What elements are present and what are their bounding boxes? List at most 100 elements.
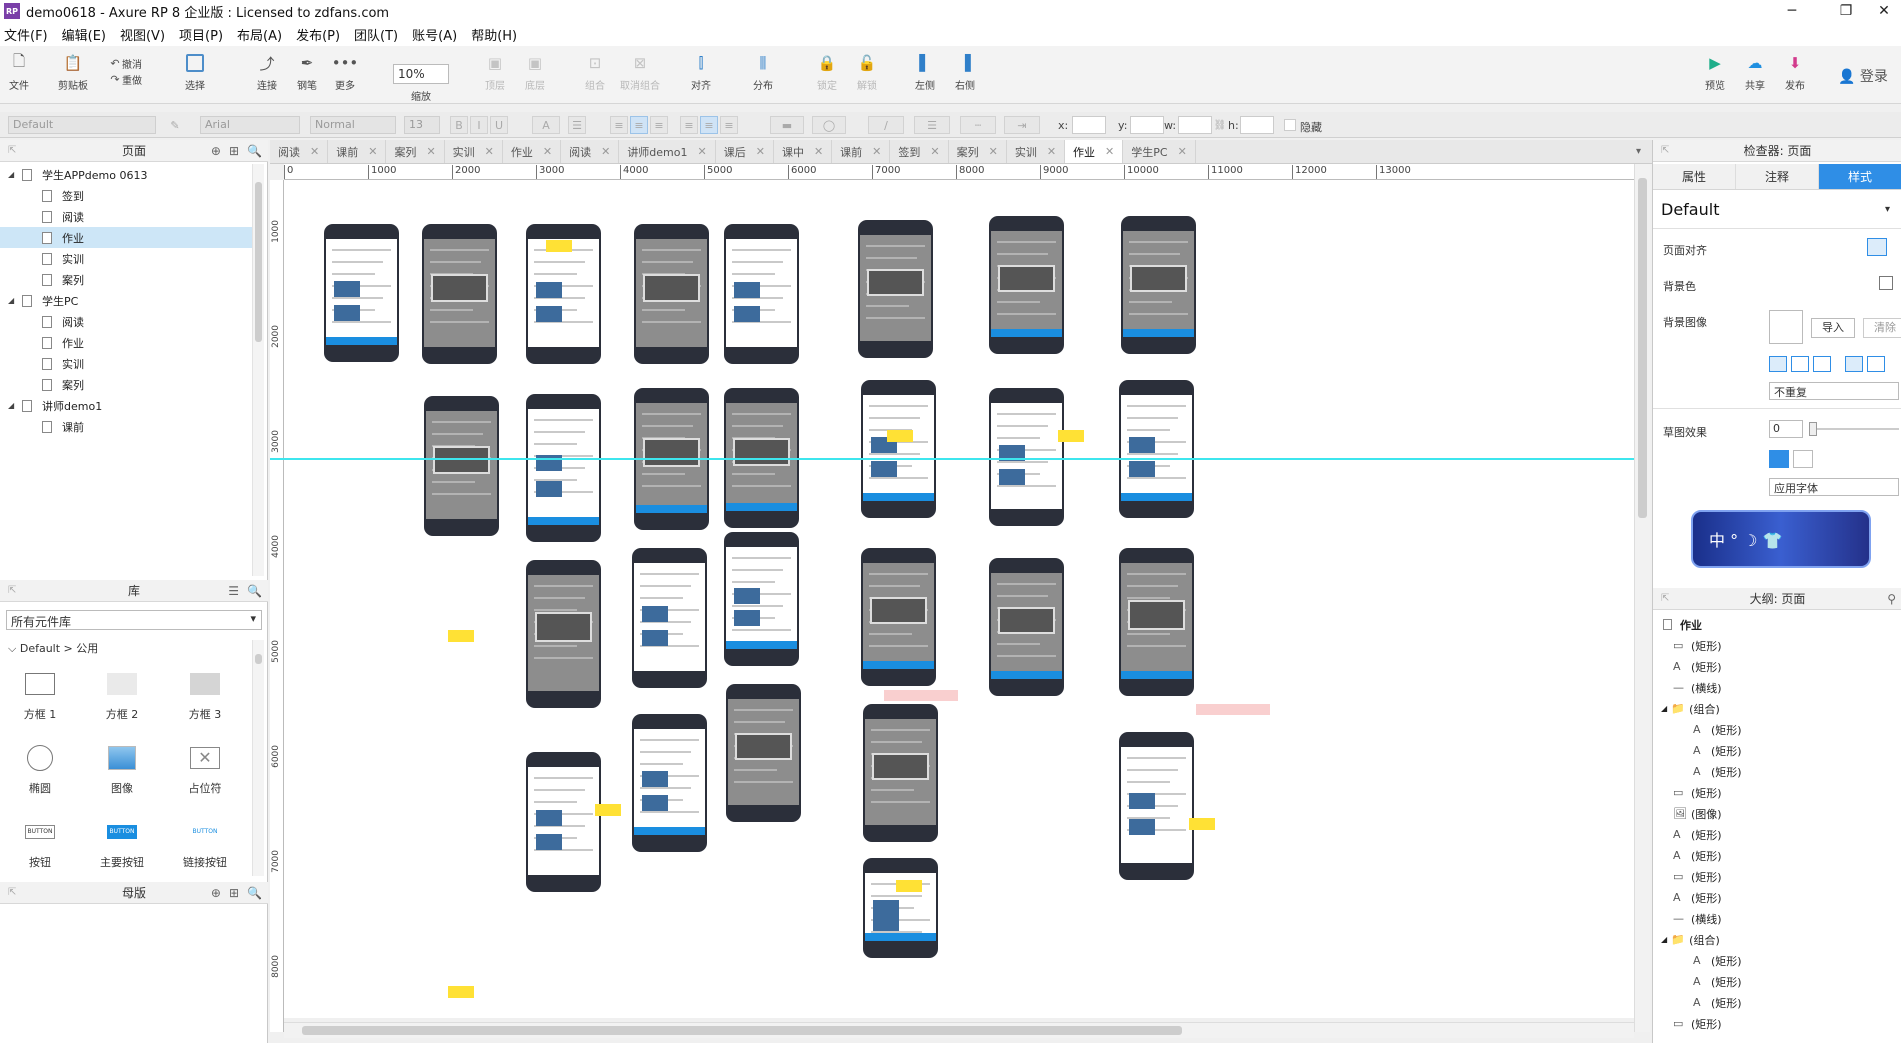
page-tree-folder[interactable]: ◢ 讲师demo1 <box>0 395 252 416</box>
y-input[interactable] <box>1130 116 1164 134</box>
add-folder-icon[interactable]: ⊞ <box>229 144 239 158</box>
outline-root[interactable]: 作业 <box>1653 614 1901 635</box>
phone-mockup[interactable] <box>422 224 497 364</box>
menu-help[interactable]: 帮助(H) <box>471 25 517 44</box>
outline-item[interactable]: A (矩形) <box>1653 971 1901 992</box>
outline-item[interactable]: ▭ (矩形) <box>1653 1013 1901 1034</box>
preview-button[interactable]: ▶ 预览 <box>1704 52 1726 92</box>
undo-button[interactable]: ↶ 撤消 <box>108 56 142 71</box>
canvas-horizontal-scrollbar[interactable] <box>284 1022 1634 1038</box>
search-icon[interactable]: 🔍 <box>247 584 262 598</box>
weight-select[interactable]: Normal <box>310 116 396 134</box>
align-left-button[interactable]: ≡ <box>610 116 628 134</box>
widget-box2[interactable]: 方框 2 <box>92 670 152 722</box>
close-tab-icon[interactable]: ✕ <box>872 145 881 158</box>
outline-item[interactable]: ▭ (矩形) <box>1653 866 1901 887</box>
page-tree-item[interactable]: 案列 <box>0 374 252 395</box>
library-scrollbar[interactable] <box>252 640 264 876</box>
menu-arrange[interactable]: 布局(A) <box>237 25 282 44</box>
close-tab-icon[interactable]: ✕ <box>756 145 765 158</box>
phone-mockup[interactable] <box>632 548 707 688</box>
error-tip-bar[interactable] <box>1196 704 1270 715</box>
add-master-icon[interactable]: ⊕ <box>211 886 221 900</box>
underline-button[interactable]: U <box>490 116 508 134</box>
widget-image[interactable]: 图像 <box>92 744 152 796</box>
widget-button[interactable]: BUTTON 按钮 <box>10 818 70 870</box>
widget-ellipse[interactable]: 椭圆 <box>10 744 70 796</box>
phone-mockup[interactable] <box>632 714 707 852</box>
sticky-note[interactable] <box>595 804 621 816</box>
phone-mockup[interactable] <box>724 532 799 666</box>
redo-button[interactable]: ↷ 重做 <box>108 72 142 87</box>
align-left-page-icon[interactable] <box>1867 238 1887 256</box>
italic-button[interactable]: I <box>470 116 488 134</box>
search-icon[interactable]: 🔍 <box>247 886 262 900</box>
phone-mockup[interactable] <box>1121 216 1196 354</box>
expand-icon[interactable]: ◢ <box>8 170 18 179</box>
widget-primary-button[interactable]: BUTTON 主要按钮 <box>92 818 152 870</box>
outline-item[interactable]: A (矩形) <box>1653 824 1901 845</box>
tab-page[interactable]: 课后 ✕ <box>716 140 774 163</box>
expand-icon[interactable]: ◢ <box>1661 935 1667 944</box>
page-tree-item[interactable]: 签到 <box>0 185 252 206</box>
connect-button[interactable]: ⤴ 连接 <box>256 52 278 93</box>
tab-page[interactable]: 课前 ✕ <box>328 140 387 163</box>
tabs-dropdown-icon[interactable]: ▾ <box>1636 146 1641 157</box>
outline-item[interactable]: ▭ (矩形) <box>1653 635 1901 656</box>
widget-box1[interactable]: 方框 1 <box>10 670 70 722</box>
close-tab-icon[interactable]: ✕ <box>814 145 823 158</box>
phone-mockup[interactable] <box>863 858 938 958</box>
menu-view[interactable]: 视图(V) <box>120 25 165 44</box>
outline-item[interactable]: A (矩形) <box>1653 761 1901 782</box>
tab-page[interactable]: 阅读 ✕ <box>561 140 620 163</box>
menu-team[interactable]: 团队(T) <box>354 25 398 44</box>
menu-file[interactable]: 文件(F) <box>4 25 48 44</box>
bold-button[interactable]: B <box>450 116 468 134</box>
outline-item[interactable]: A (矩形) <box>1653 887 1901 908</box>
outline-item[interactable]: A (矩形) <box>1653 656 1901 677</box>
valign-middle-button[interactable]: ≡ <box>700 116 718 134</box>
style-select[interactable]: Default <box>8 116 156 134</box>
phone-mockup[interactable] <box>724 224 799 364</box>
outline-item[interactable]: — (横线) <box>1653 677 1901 698</box>
close-tab-icon[interactable]: ✕ <box>1105 145 1114 158</box>
menu-account[interactable]: 账号(A) <box>412 25 457 44</box>
phone-mockup[interactable] <box>861 380 936 518</box>
line-style-button[interactable]: ┄ <box>960 116 996 134</box>
image-align-icon[interactable] <box>1845 356 1863 372</box>
add-page-icon[interactable]: ⊕ <box>211 144 221 158</box>
outline-item[interactable]: ◢ 📁 (组合) <box>1653 929 1901 950</box>
left-pane-button[interactable]: ▌ 左侧 <box>914 52 936 92</box>
tab-style[interactable]: 样式 <box>1819 164 1901 189</box>
page-tree-item[interactable]: 作业 <box>0 332 252 353</box>
close-tab-icon[interactable]: ✕ <box>1178 145 1187 158</box>
add-folder-icon[interactable]: ⊞ <box>229 886 239 900</box>
tab-page[interactable]: 实训 ✕ <box>445 140 503 163</box>
pin-icon[interactable]: ⇱ <box>1661 593 1669 604</box>
file-button[interactable]: 🗋 文件 <box>8 52 30 93</box>
send-back-button[interactable]: ▣ 底层 <box>524 52 546 92</box>
close-tab-icon[interactable]: ✕ <box>368 145 377 158</box>
select-button[interactable]: 选择 <box>184 52 206 92</box>
close-tab-icon[interactable]: ✕ <box>601 145 610 158</box>
pin-icon[interactable]: ⇱ <box>8 145 16 156</box>
close-tab-icon[interactable]: ✕ <box>698 145 707 158</box>
sketch-slider[interactable] <box>1809 422 1899 436</box>
tab-page[interactable]: 实训 ✕ <box>1007 140 1066 163</box>
menu-icon[interactable]: ☰ <box>228 584 239 598</box>
outline-item[interactable]: A (矩形) <box>1653 992 1901 1013</box>
sticky-note[interactable] <box>896 880 922 892</box>
menu-project[interactable]: 项目(P) <box>179 25 223 44</box>
tab-page[interactable]: 签到 ✕ <box>890 140 949 163</box>
page-tree-item[interactable]: 实训 <box>0 353 252 374</box>
tab-page[interactable]: 课前 ✕ <box>832 140 891 163</box>
right-pane-button[interactable]: ▐ 右侧 <box>954 52 976 92</box>
phone-mockup[interactable] <box>1119 548 1194 696</box>
more-button[interactable]: ••• 更多 <box>332 52 359 92</box>
group-button[interactable]: ⊡ 组合 <box>584 52 606 92</box>
valign-bottom-button[interactable]: ≡ <box>720 116 738 134</box>
phone-mockup[interactable] <box>526 394 601 542</box>
share-button[interactable]: ☁ 共享 <box>1744 52 1766 92</box>
zoom-select[interactable]: 10% <box>393 64 449 84</box>
widget-link-button[interactable]: BUTTON 链接按钮 <box>175 818 235 870</box>
